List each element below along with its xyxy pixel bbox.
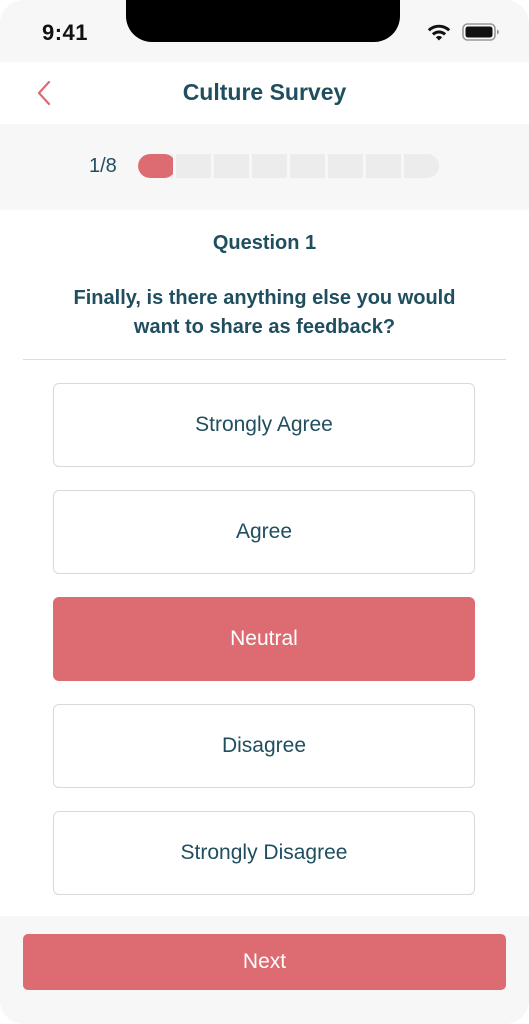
status-time: 9:41: [42, 20, 89, 45]
progress-segment: [176, 154, 214, 178]
progress-segment: [366, 154, 404, 178]
progress-label: 1/8: [89, 155, 117, 177]
progress-bar: [138, 154, 439, 178]
device-notch: [126, 0, 400, 42]
nav-bar: Culture Survey: [0, 62, 529, 124]
phone-screen: 9:41 Culture Survey 1/8 Question 1 Final…: [0, 0, 529, 1024]
progress-segment: [252, 154, 290, 178]
question-text: Finally, is there anything else you woul…: [73, 287, 456, 338]
progress-segment: [290, 154, 328, 178]
question-content: Question 1 Finally, is there anything el…: [0, 210, 529, 916]
option-strongly-disagree[interactable]: Strongly Disagree: [53, 811, 475, 895]
next-button[interactable]: Next: [23, 934, 506, 990]
footer: Next: [0, 916, 529, 1024]
option-strongly-agree[interactable]: Strongly Agree: [53, 383, 475, 467]
question-number: Question 1: [212, 232, 317, 254]
battery-icon: [462, 23, 499, 41]
option-disagree[interactable]: Disagree: [53, 704, 475, 788]
option-agree[interactable]: Agree: [53, 490, 475, 574]
progress-segment: [404, 154, 439, 178]
progress-segment: [138, 154, 176, 178]
page-title: Culture Survey: [182, 79, 347, 105]
status-bar: 9:41: [0, 0, 529, 62]
progress-segment: [328, 154, 366, 178]
progress-area: 1/8: [0, 124, 529, 210]
option-neutral[interactable]: Neutral: [53, 597, 475, 681]
progress-segment: [214, 154, 252, 178]
wifi-icon: [427, 24, 451, 41]
divider: [23, 359, 506, 360]
